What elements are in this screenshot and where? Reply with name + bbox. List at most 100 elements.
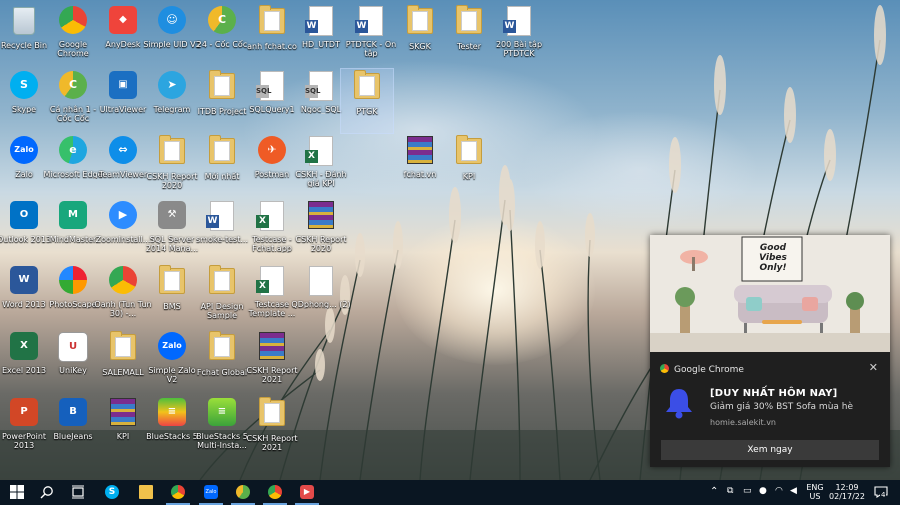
desktop-icon-label: CSKH Report 2020 xyxy=(295,235,347,253)
skype-icon: S xyxy=(8,71,40,103)
battery-icon[interactable]: ▭ xyxy=(743,487,752,496)
powerpoint-icon: P xyxy=(8,398,40,430)
chrome-notification-toast[interactable]: Good Vibes Only! Google Chrome ✕ [DUY NH… xyxy=(650,235,890,467)
skype-icon: S xyxy=(105,485,119,499)
desktop-icon-label: KPI xyxy=(462,172,476,181)
notification-body: Giảm giá 30% BST Sofa mùa hè xyxy=(710,402,854,412)
hero-poster-text: Good Vibes Only! xyxy=(759,243,787,273)
volume-icon[interactable]: ◀ xyxy=(790,487,797,496)
notification-source: homie.salekit.vn xyxy=(710,418,776,427)
task-view-icon xyxy=(72,485,84,499)
file-explorer-icon xyxy=(139,485,153,499)
zoom-icon: ▶ xyxy=(300,485,314,499)
winrar-archive-icon xyxy=(404,136,436,168)
desktop-icon-label: CSKH Report 2021 xyxy=(246,434,298,452)
desktop-icon-folder[interactable]: KPI xyxy=(439,134,499,198)
desktop-icon-label: CSKH - Đánh giá KPI xyxy=(295,170,347,188)
folder-icon xyxy=(453,5,485,40)
desktop-icon-excel-doc[interactable]: X CSKH - Đánh giá KPI xyxy=(291,134,351,198)
folder-icon xyxy=(206,70,238,105)
word-document-icon: W xyxy=(305,6,337,38)
edge-icon: e xyxy=(57,136,89,168)
folder-icon xyxy=(453,135,485,170)
network-device-icon[interactable]: ⧉ xyxy=(727,487,733,496)
folder-icon xyxy=(404,5,436,40)
winrar-archive-icon xyxy=(256,332,288,364)
folder-icon xyxy=(156,265,188,300)
simple-uid-icon: ☺ xyxy=(156,6,188,38)
excel-document-icon: X xyxy=(256,201,288,233)
taskbar-file-explorer[interactable] xyxy=(131,480,161,505)
document-icon xyxy=(305,266,337,298)
zalo-icon: Zalo xyxy=(8,136,40,168)
show-hidden-icons-chevron-icon[interactable]: ⌃ xyxy=(710,487,718,497)
desktop-icon-label: QDphong... (2) xyxy=(291,300,351,309)
teamviewer-icon: ⇔ xyxy=(107,136,139,168)
sql-server-icon: ⚒ xyxy=(156,201,188,233)
excel-document-icon: X xyxy=(256,266,288,298)
notification-hero-image[interactable]: Good Vibes Only! xyxy=(650,235,890,352)
desktop-icon-label: PTGK xyxy=(356,107,378,116)
word-document-icon: W xyxy=(206,201,238,233)
desktop-icon-edge-doc[interactable]: QDphong... (2) xyxy=(291,264,351,328)
sql-file-icon: SQL xyxy=(305,71,337,103)
desktop-icon-rar[interactable]: CSKH Report 2020 xyxy=(291,199,351,263)
desktop-icon-label: CSKH Report 2021 xyxy=(246,366,298,384)
word-document-icon: W xyxy=(355,6,387,38)
desktop-icon-folder-selected[interactable]: PTGK xyxy=(340,68,394,134)
desktop-icon-rar[interactable]: CSKH Report 2021 xyxy=(242,330,302,394)
notification-count-badge: 4 xyxy=(880,491,887,500)
zalo-icon: Zalo xyxy=(204,485,218,499)
folder-icon xyxy=(107,331,139,366)
zalo-icon: Zalo xyxy=(156,332,188,364)
close-icon[interactable]: ✕ xyxy=(869,361,878,374)
view-now-button[interactable]: Xem ngay xyxy=(661,440,879,460)
excel-document-icon: X xyxy=(305,136,337,168)
anydesk-icon: ◆ xyxy=(107,6,139,38)
coccoc-icon: C xyxy=(57,71,89,103)
windows-logo-icon xyxy=(10,485,24,499)
taskbar-zalo[interactable]: Zalo xyxy=(196,480,226,505)
chrome-icon xyxy=(660,364,669,373)
desktop-icon-word-doc[interactable]: W 200 Bài tập PTDTCK xyxy=(489,4,549,68)
taskbar-chrome-profile[interactable] xyxy=(260,480,290,505)
desktop-icon-folder[interactable]: CSKH Report 2021 xyxy=(242,396,302,460)
coccoc-icon: C xyxy=(206,6,238,38)
folder-icon xyxy=(351,70,383,105)
input-language: ENG xyxy=(806,483,824,492)
wifi-icon[interactable]: ◠ xyxy=(775,487,783,496)
microphone-icon[interactable]: ● xyxy=(759,487,767,496)
input-language-indicator[interactable]: ENG US xyxy=(804,483,826,501)
task-view-button[interactable] xyxy=(63,480,93,505)
action-center-button[interactable]: 4 xyxy=(872,486,890,500)
start-button[interactable] xyxy=(2,480,32,505)
bluestacks-multi-instance-icon: ≡ xyxy=(206,398,238,430)
zoom-icon: ▶ xyxy=(107,201,139,233)
clock-date: 02/17/22 xyxy=(829,492,865,501)
folder-icon xyxy=(256,397,288,432)
coccoc-icon xyxy=(236,485,250,499)
unikey-icon: U xyxy=(57,332,89,364)
photoscape-icon xyxy=(57,266,89,298)
recycle-bin-icon xyxy=(8,7,40,39)
clock[interactable]: 12:09 02/17/22 xyxy=(828,483,866,501)
taskbar: S Zalo ▶ ⌃ ⧉ ▭ ● ◠ ◀ ENG US 12:09 02/17/… xyxy=(0,480,900,505)
search-button[interactable] xyxy=(32,480,62,505)
bluestacks-icon: ≡ xyxy=(156,398,188,430)
taskbar-coccoc[interactable] xyxy=(228,480,258,505)
taskbar-chrome[interactable] xyxy=(163,480,193,505)
search-icon xyxy=(40,486,53,499)
excel-icon: X xyxy=(8,332,40,364)
notification-title: [DUY NHẤT HÔM NAY] xyxy=(710,388,838,399)
winrar-archive-icon xyxy=(305,201,337,233)
desktop-icon-label: 200 Bài tập PTDTCK xyxy=(495,40,543,58)
winrar-archive-icon xyxy=(107,398,139,430)
word-icon: W xyxy=(8,266,40,298)
postman-icon: ✈ xyxy=(256,136,288,168)
word-document-icon: W xyxy=(503,6,535,38)
chrome-icon xyxy=(57,6,89,38)
taskbar-skype[interactable]: S xyxy=(97,480,127,505)
mindmaster-icon: M xyxy=(57,201,89,233)
notification-header: Google Chrome xyxy=(660,364,744,375)
taskbar-zoom[interactable]: ▶ xyxy=(292,480,322,505)
